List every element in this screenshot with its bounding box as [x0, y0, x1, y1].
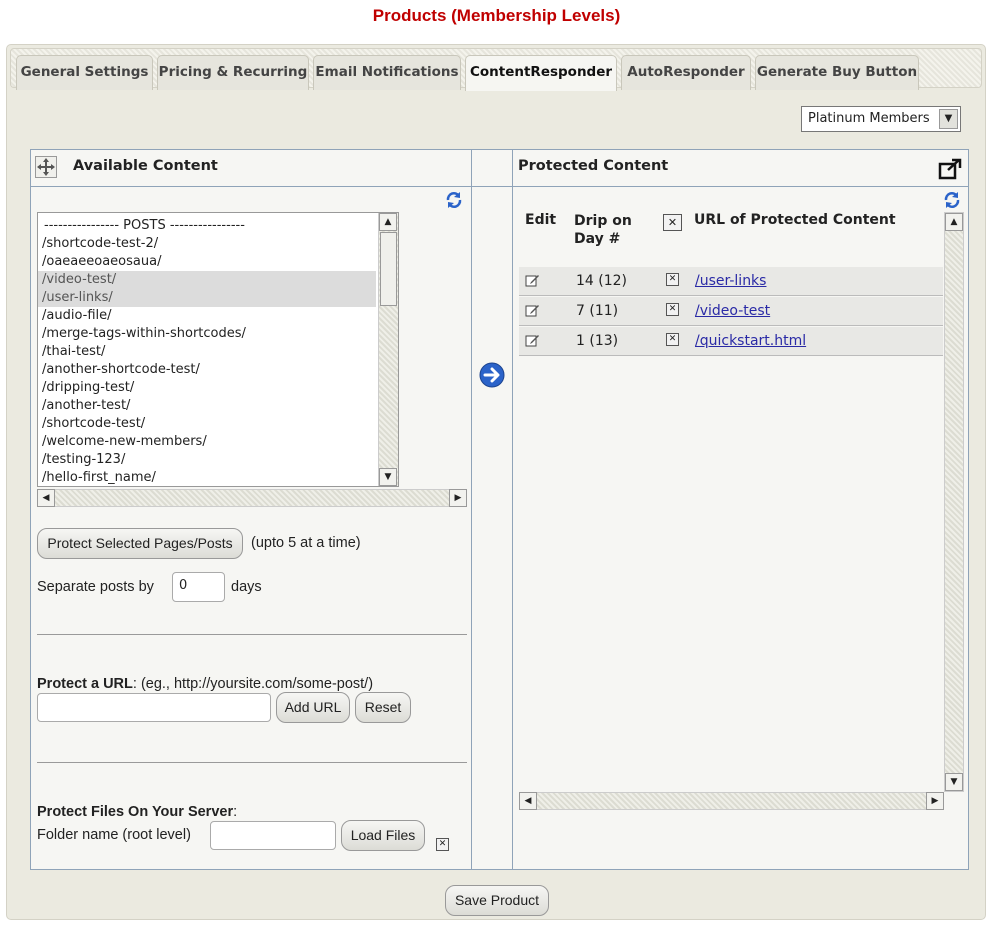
divider	[37, 762, 467, 763]
drip-day-value: 7 (11)	[576, 303, 619, 319]
refresh-icon[interactable]	[445, 191, 463, 213]
delete-row-icon[interactable]: ✕	[666, 273, 679, 286]
protect-limit-note: (upto 5 at a time)	[251, 535, 361, 551]
column-url-header: URL of Protected Content	[694, 212, 896, 228]
scroll-up-icon[interactable]: ▲	[379, 213, 397, 231]
available-content-title: Available Content	[73, 158, 218, 174]
edit-icon[interactable]	[525, 303, 540, 322]
folder-name-label: Folder name (root level)	[37, 827, 191, 843]
scroll-up-icon[interactable]: ▲	[945, 213, 963, 231]
separate-posts-label: Separate posts by	[37, 579, 154, 595]
table-row: 1 (13) ✕ /quickstart.html	[519, 327, 943, 356]
tab-bar: General Settings Pricing & Recurring Ema…	[10, 48, 982, 91]
scroll-right-icon[interactable]: ▶	[449, 489, 467, 507]
protect-url-hint: : (eg., http://yoursite.com/some-post/)	[132, 676, 374, 692]
protected-url-link[interactable]: /video-test	[695, 303, 770, 319]
tab-email-notifications[interactable]: Email Notifications	[313, 55, 461, 90]
list-item[interactable]: /welcome-new-members/	[38, 433, 398, 451]
separate-days-input[interactable]: 0	[172, 572, 225, 602]
scroll-left-icon[interactable]: ◀	[37, 489, 55, 507]
protected-url-link[interactable]: /user-links	[695, 273, 766, 289]
list-item[interactable]: /another-test/	[38, 397, 398, 415]
protect-url-heading: Protect a URL: (eg., http://yoursite.com…	[37, 676, 373, 692]
folder-name-input[interactable]	[210, 821, 336, 850]
available-content-header: Available Content	[31, 150, 471, 187]
edit-icon[interactable]	[525, 273, 540, 292]
list-item[interactable]: /testing-123/	[38, 451, 398, 469]
delete-row-icon[interactable]: ✕	[666, 303, 679, 316]
page-title: Products (Membership Levels)	[372, 6, 621, 25]
membership-level-value: Platinum Members	[808, 111, 930, 126]
scroll-thumb[interactable]	[380, 232, 397, 306]
tab-general-settings[interactable]: General Settings	[16, 55, 153, 90]
table-row: 14 (12) ✕ /user-links	[519, 267, 943, 296]
column-edit-header: Edit	[525, 212, 557, 228]
reset-button[interactable]: Reset	[355, 692, 411, 723]
list-item[interactable]: /oaeaeeoaeosaua/	[38, 253, 398, 271]
list-item[interactable]: /thai-test/	[38, 343, 398, 361]
arrow-right-icon[interactable]	[479, 362, 505, 392]
protected-horizontal-scrollbar[interactable]: ◀ ▶	[519, 792, 944, 810]
chevron-down-icon[interactable]: ▼	[939, 109, 958, 129]
available-content-list[interactable]: ---------------- POSTS ---------------- …	[37, 212, 399, 487]
available-content-panel: Available Content ---------------- POSTS…	[30, 149, 472, 870]
protected-vertical-scrollbar[interactable]: ▲ ▼	[944, 212, 964, 792]
product-editor: General Settings Pricing & Recurring Ema…	[6, 44, 986, 920]
protected-url-link[interactable]: /quickstart.html	[695, 333, 806, 349]
table-row: 7 (11) ✕ /video-test	[519, 297, 943, 326]
save-product-button[interactable]: Save Product	[445, 885, 549, 916]
list-item[interactable]: /another-shortcode-test/	[38, 361, 398, 379]
list-item[interactable]: /shortcode-test-2/	[38, 235, 398, 253]
tab-pricing-recurring[interactable]: Pricing & Recurring	[157, 55, 309, 90]
drip-day-value: 1 (13)	[576, 333, 619, 349]
list-item-selected[interactable]: /user-links/	[38, 289, 376, 307]
column-drip-header: Drip on Day #	[574, 213, 632, 247]
tab-autoresponder[interactable]: AutoResponder	[621, 55, 751, 90]
divider	[37, 634, 467, 635]
list-vertical-scrollbar[interactable]: ▲ ▼	[378, 213, 398, 486]
scroll-down-icon[interactable]: ▼	[379, 468, 397, 486]
move-icon[interactable]	[35, 156, 57, 178]
protected-content-panel: Protected Content Edit Drip on Day # ✕ U…	[512, 149, 969, 870]
list-item[interactable]: /hello-first_name/	[38, 469, 398, 486]
list-item[interactable]: /audio-file/	[38, 307, 398, 325]
transfer-column-header	[472, 150, 513, 187]
protected-content-title: Protected Content	[518, 158, 669, 174]
list-item-posts-header: ---------------- POSTS ----------------	[44, 218, 245, 233]
protect-url-label: Protect a URL	[37, 676, 133, 692]
protect-selected-button[interactable]: Protect Selected Pages/Posts	[37, 528, 243, 559]
protect-url-input[interactable]	[37, 693, 271, 722]
list-horizontal-scrollbar[interactable]: ◀ ▶	[37, 489, 467, 507]
list-item[interactable]: /merge-tags-within-shortcodes/	[38, 325, 398, 343]
transfer-column	[472, 149, 513, 870]
add-url-button[interactable]: Add URL	[276, 692, 350, 723]
load-files-button[interactable]: Load Files	[341, 820, 425, 851]
protect-files-colon: :	[233, 804, 238, 820]
scroll-left-icon[interactable]: ◀	[519, 792, 537, 810]
tab-generate-buy-button[interactable]: Generate Buy Button	[755, 55, 919, 90]
list-item-selected[interactable]: /video-test/	[38, 271, 376, 289]
list-item[interactable]: /dripping-test/	[38, 379, 398, 397]
clear-folder-icon[interactable]: ✕	[436, 838, 449, 851]
tab-contentresponder[interactable]: ContentResponder	[465, 55, 617, 91]
protect-files-label: Protect Files On Your Server	[37, 804, 234, 820]
delete-all-icon[interactable]: ✕	[663, 214, 682, 231]
edit-icon[interactable]	[525, 333, 540, 352]
popout-icon[interactable]	[938, 158, 962, 192]
separate-days-unit: days	[231, 579, 262, 595]
scroll-right-icon[interactable]: ▶	[926, 792, 944, 810]
delete-row-icon[interactable]: ✕	[666, 333, 679, 346]
membership-level-select[interactable]: Platinum Members ▼	[801, 106, 961, 132]
protected-content-header: Protected Content	[513, 150, 968, 187]
refresh-icon[interactable]	[943, 191, 961, 213]
scroll-down-icon[interactable]: ▼	[945, 773, 963, 791]
drip-day-value: 14 (12)	[576, 273, 628, 289]
protect-files-heading: Protect Files On Your Server:	[37, 804, 237, 820]
list-item[interactable]: /shortcode-test/	[38, 415, 398, 433]
